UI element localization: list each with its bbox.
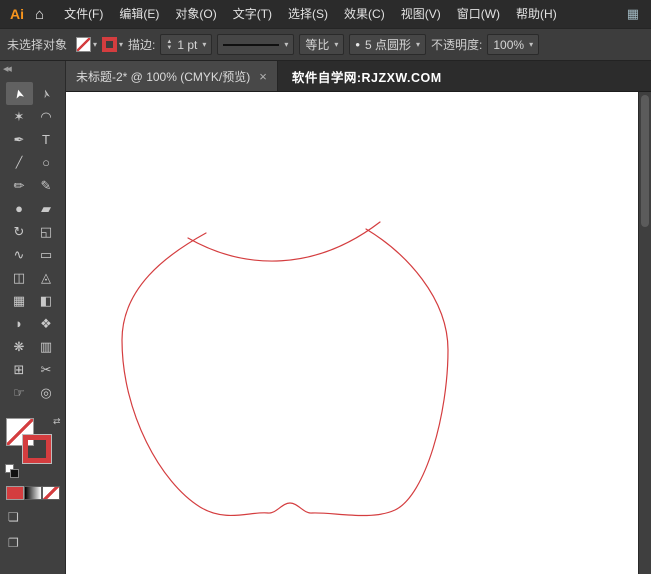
profile-name: 等比	[305, 38, 330, 52]
opacity-value: 100%	[493, 37, 525, 52]
none-button[interactable]	[41, 486, 60, 500]
document-tab-label: 未标题-2* @ 100% (CMYK/预览)	[76, 69, 251, 84]
mesh-tool[interactable]: ▦	[6, 289, 33, 312]
stroke-red-swatch	[102, 37, 118, 52]
width-profile-dropdown[interactable]: ▾	[217, 34, 295, 55]
control-bar: 未选择对象 ▾ ▾ 描边: ▲ ▼ 1 pt ▾ ▾ 等比 ▾ • 5 点圆形 …	[0, 28, 651, 61]
pencil-tool[interactable]: ✎	[33, 174, 60, 197]
menu-bar: Ai ⌂ 文件(F) 编辑(E) 对象(O) 文字(T) 选择(S) 效果(C) 视图(V)…	[0, 0, 651, 28]
tools-panel: ◀◀ ➤ ➢ ✶ ◠ ✒ T ╱ ○ ✏ ✎ ● ▰ ↻ ◱ ∿ ▭ ◫ ◬ ▦ ◧ ◗ ❖ ❋ ▥ ⊞ ✂ ☞ ◎ ⇄ ❏	[0, 61, 66, 574]
vertical-scrollbar[interactable]	[638, 92, 651, 574]
document-canvas[interactable]	[66, 92, 638, 574]
document-tab[interactable]: 未标题-2* @ 100% (CMYK/预览) ×	[66, 61, 278, 91]
stepper-down-icon[interactable]: ▼	[166, 45, 172, 51]
eraser-tool[interactable]: ▰	[33, 197, 60, 220]
selection-status: 未选择对象	[7, 38, 68, 52]
magic-wand-tool[interactable]: ✶	[6, 105, 33, 128]
fill-stroke-indicator: ⇄	[4, 416, 62, 478]
stroke-weight-stepper[interactable]: ▲ ▼	[166, 39, 172, 51]
panel-collapse-icon[interactable]: ◀◀	[0, 61, 12, 73]
brush-dot-icon: •	[355, 37, 360, 52]
illustrator-window: Ai ⌂ 文件(F) 编辑(E) 对象(O) 文字(T) 选择(S) 效果(C) 视图(V)…	[0, 0, 651, 574]
apple-body-path[interactable]	[121, 228, 449, 517]
zoom-tool[interactable]: ◎	[33, 381, 60, 404]
color-type-buttons	[5, 486, 60, 500]
app-logo: Ai	[10, 6, 24, 22]
apple-top-curve-path[interactable]	[187, 221, 381, 262]
fill-color-control[interactable]: ▾	[76, 37, 97, 52]
type-tool[interactable]: T	[33, 128, 60, 151]
uniform-profile-dropdown[interactable]: 等比 ▾	[299, 34, 345, 55]
close-icon[interactable]: ×	[259, 69, 267, 84]
selection-tool[interactable]: ➤	[5, 82, 33, 105]
menu-view[interactable]: 视图(V)	[393, 0, 449, 28]
swap-fill-stroke-icon[interactable]: ⇄	[53, 416, 61, 427]
menu-effect[interactable]: 效果(C)	[336, 0, 393, 28]
scale-tool[interactable]: ◱	[33, 220, 60, 243]
line-segment-tool[interactable]: ╱	[6, 151, 33, 174]
column-graph-tool[interactable]: ▥	[33, 335, 60, 358]
opacity-field[interactable]: 100% ▾	[487, 34, 540, 55]
watermark-text: 软件自学网:RJZXW.COM	[291, 70, 442, 85]
menu-select[interactable]: 选择(S)	[280, 0, 336, 28]
fill-none-swatch	[76, 37, 92, 52]
default-fill-stroke-icon[interactable]	[4, 464, 19, 478]
workspace-switcher-icon[interactable]: ▦	[627, 6, 639, 22]
scrollbar-thumb[interactable]	[641, 95, 649, 227]
eyedropper-tool[interactable]: ◗	[6, 312, 33, 335]
width-tool[interactable]: ∿	[6, 243, 33, 266]
drawing-mode-button[interactable]: ❏	[8, 510, 19, 524]
free-transform-tool[interactable]: ▭	[33, 243, 60, 266]
chevron-down-icon: ▾	[119, 40, 124, 49]
symbol-sprayer-tool[interactable]: ❋	[6, 335, 33, 358]
artwork-layer	[121, 221, 449, 517]
menu-items: 文件(F) 编辑(E) 对象(O) 文字(T) 选择(S) 效果(C) 视图(V) 窗口(W)…	[56, 0, 565, 28]
chevron-down-icon: ▾	[529, 40, 534, 49]
stroke-profile-line-icon	[223, 43, 280, 46]
shape-builder-tool[interactable]: ◫	[6, 266, 33, 289]
blob-brush-tool[interactable]: ●	[6, 197, 33, 220]
menu-type[interactable]: 文字(T)	[225, 0, 280, 28]
brush-dropdown[interactable]: • 5 点圆形 ▾	[349, 34, 427, 55]
gradient-tool[interactable]: ◧	[33, 289, 60, 312]
menu-window[interactable]: 窗口(W)	[449, 0, 508, 28]
document-tab-bar: 未标题-2* @ 100% (CMYK/预览) × 软件自学网:RJZXW.CO…	[66, 61, 651, 92]
default-stroke-square	[9, 469, 19, 478]
home-icon[interactable]: ⌂	[33, 6, 56, 23]
stroke-color-control[interactable]: ▾	[102, 37, 123, 52]
stroke-weight-label: 描边:	[128, 38, 156, 52]
chevron-down-icon: ▾	[416, 40, 421, 49]
stroke-weight-field[interactable]: ▲ ▼ 1 pt ▾	[160, 34, 213, 55]
gradient-button[interactable]	[23, 486, 42, 500]
color-button[interactable]	[5, 486, 24, 500]
paintbrush-tool[interactable]: ✏	[6, 174, 33, 197]
hand-tool[interactable]: ☞	[6, 381, 33, 404]
artboard-tool[interactable]: ⊞	[6, 358, 33, 381]
blend-tool[interactable]: ❖	[33, 312, 60, 335]
slice-tool[interactable]: ✂	[33, 358, 60, 381]
direct-selection-tool[interactable]: ➢	[33, 82, 60, 105]
lasso-tool[interactable]: ◠	[33, 105, 60, 128]
ellipse-tool[interactable]: ○	[33, 151, 60, 174]
stroke-weight-value: 1 pt	[177, 37, 198, 52]
chevron-down-icon: ▾	[93, 40, 98, 49]
menu-object[interactable]: 对象(O)	[167, 0, 224, 28]
opacity-label: 不透明度:	[431, 38, 483, 52]
stroke-swatch[interactable]	[21, 434, 52, 464]
tool-grid: ➤ ➢ ✶ ◠ ✒ T ╱ ○ ✏ ✎ ● ▰ ↻ ◱ ∿ ▭ ◫ ◬ ▦ ◧ ◗ ❖ ❋ ▥ ⊞ ✂ ☞ ◎	[5, 82, 60, 404]
brush-name: 5 点圆形	[364, 38, 411, 52]
menu-file[interactable]: 文件(F)	[56, 0, 111, 28]
chevron-down-icon: ▾	[202, 40, 207, 49]
chevron-down-icon: ▾	[334, 40, 339, 49]
chevron-down-icon: ▾	[284, 40, 289, 49]
pen-tool[interactable]: ✒	[6, 128, 33, 151]
menu-help[interactable]: 帮助(H)	[508, 0, 565, 28]
mode-buttons: ❏ ❐	[0, 510, 19, 550]
screen-mode-button[interactable]: ❐	[8, 536, 19, 550]
perspective-grid-tool[interactable]: ◬	[33, 266, 60, 289]
rotate-tool[interactable]: ↻	[6, 220, 33, 243]
menu-edit[interactable]: 编辑(E)	[111, 0, 167, 28]
